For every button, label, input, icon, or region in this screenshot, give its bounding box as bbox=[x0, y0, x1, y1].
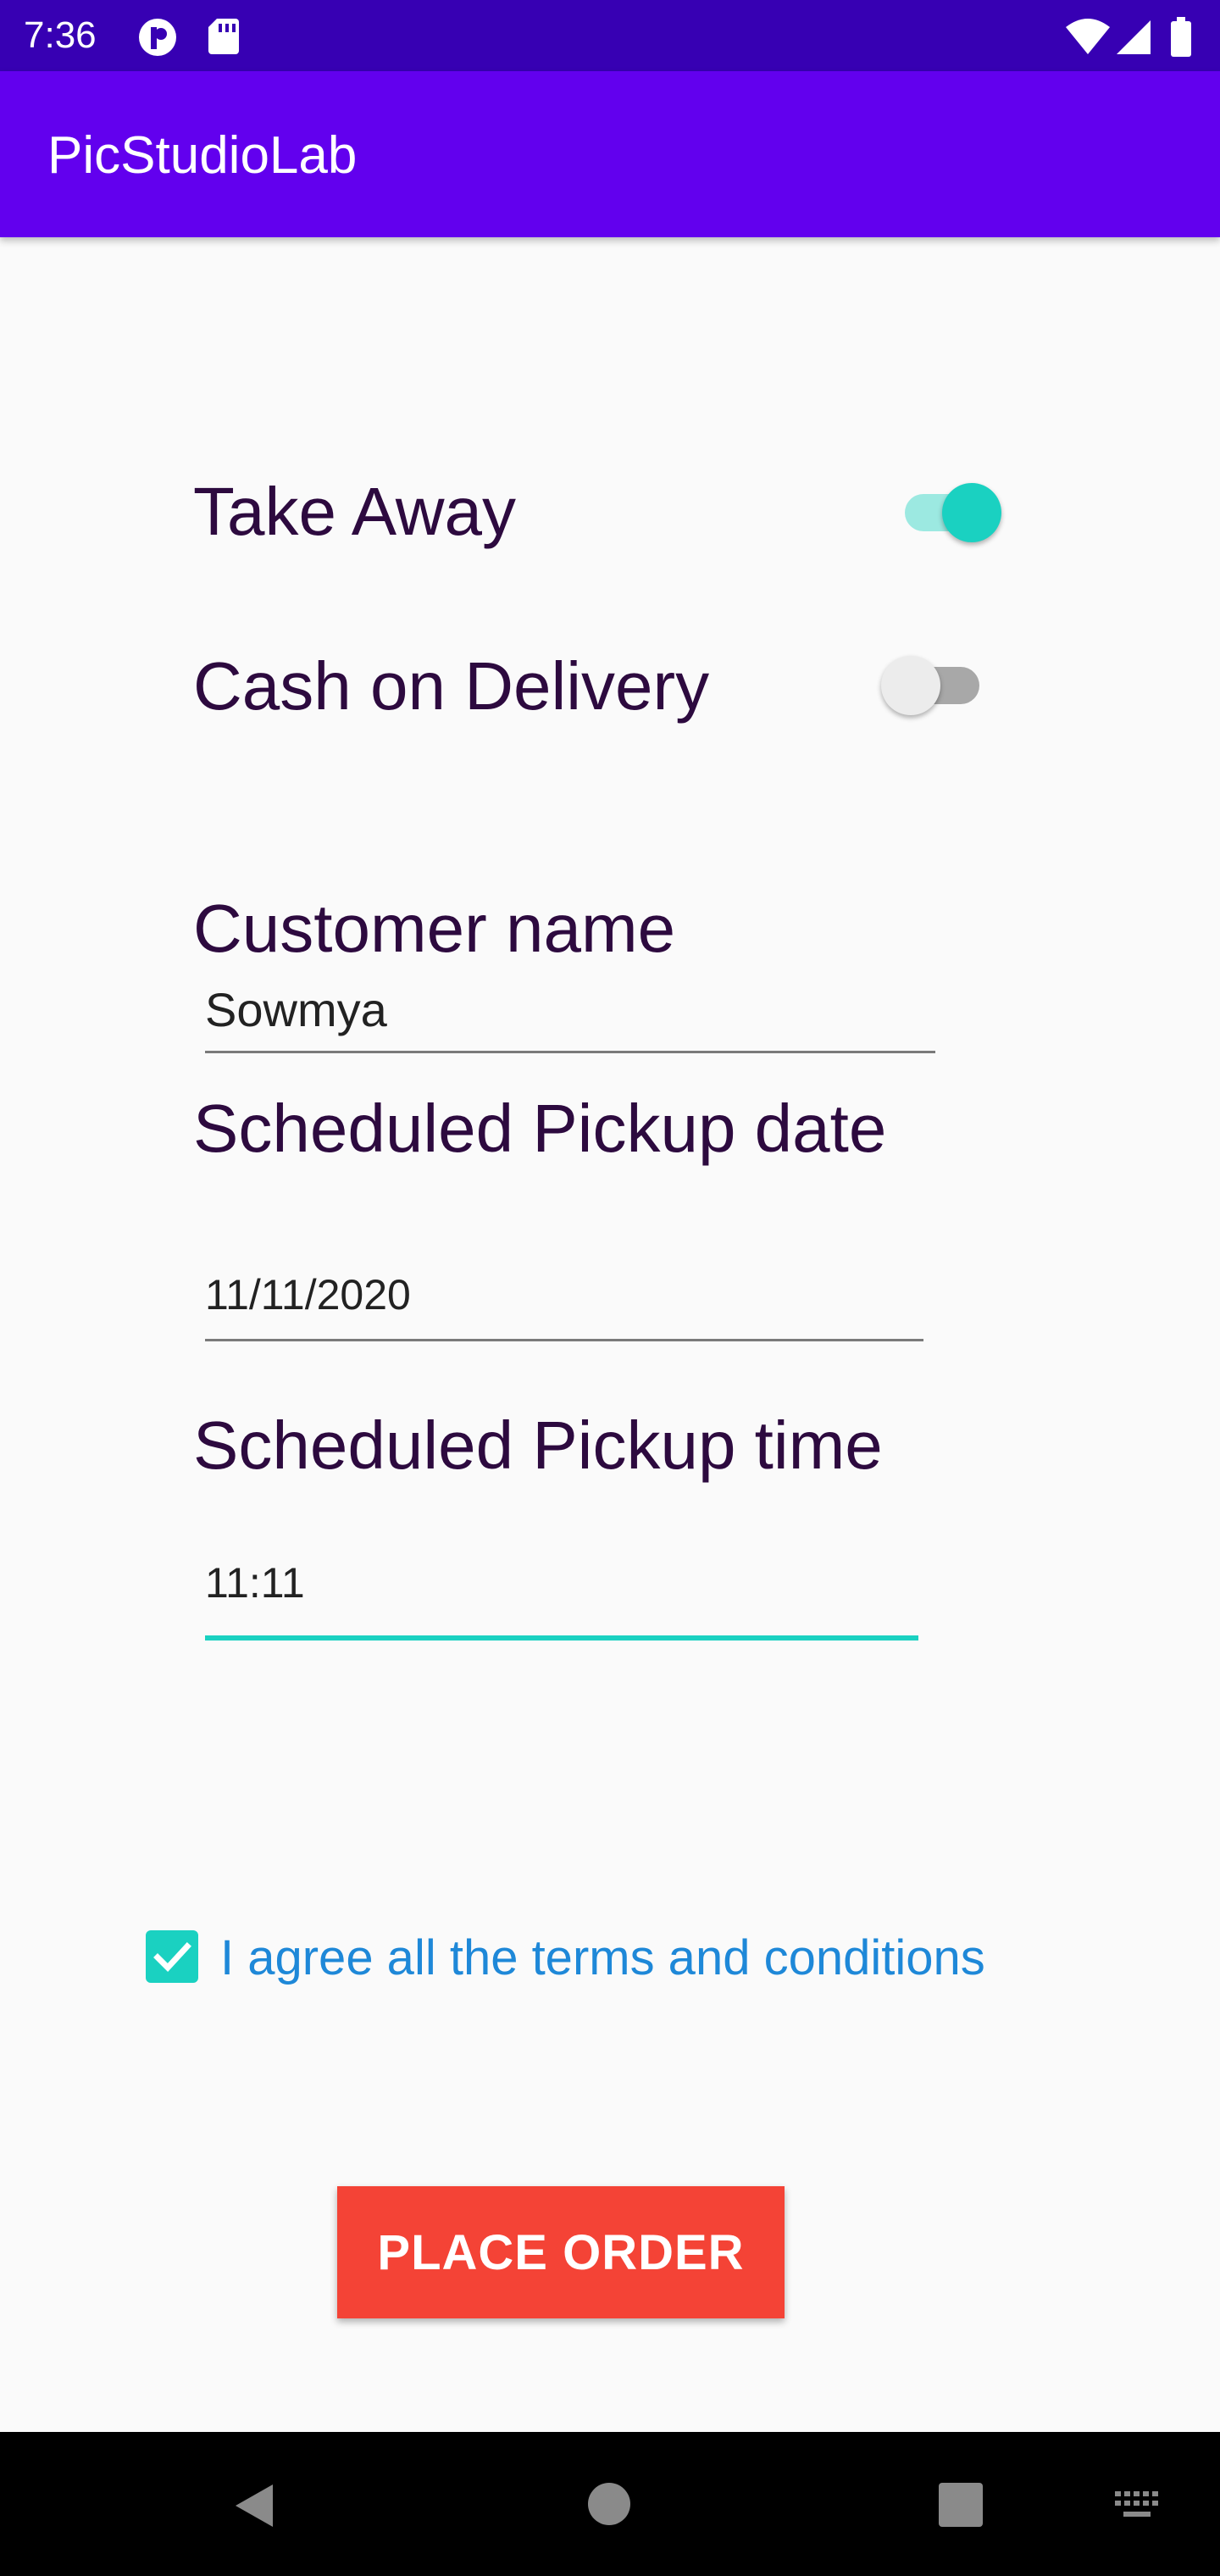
terms-label[interactable]: I agree all the terms and conditions bbox=[220, 1929, 985, 1988]
keyboard-icon[interactable] bbox=[1113, 2490, 1162, 2522]
field-underline-focused bbox=[205, 1635, 918, 1641]
customer-name-label: Customer name bbox=[193, 891, 676, 966]
wifi-icon bbox=[1066, 19, 1110, 54]
cash-on-delivery-switch[interactable] bbox=[873, 647, 991, 724]
take-away-switch[interactable] bbox=[898, 475, 1017, 551]
navigation-bar bbox=[0, 2432, 1220, 2576]
pickup-date-field[interactable]: 11/11/2020 bbox=[205, 1266, 923, 1342]
cash-on-delivery-label: Cash on Delivery bbox=[193, 648, 710, 724]
switch-thumb bbox=[881, 656, 940, 715]
battery-icon bbox=[1171, 17, 1191, 57]
place-order-button[interactable]: PLACE ORDER bbox=[337, 2186, 785, 2318]
back-icon[interactable] bbox=[230, 2481, 276, 2530]
home-icon[interactable] bbox=[586, 2481, 632, 2527]
app-bar: PicStudioLab bbox=[0, 71, 1220, 237]
field-underline bbox=[205, 1051, 935, 1053]
status-bar: 7:36 bbox=[0, 0, 1220, 71]
app-title: PicStudioLab bbox=[47, 126, 358, 185]
pickup-time-field[interactable]: 11:11 bbox=[205, 1554, 918, 1644]
field-underline bbox=[205, 1339, 923, 1341]
notification-icon bbox=[139, 19, 176, 56]
pickup-time-label: Scheduled Pickup time bbox=[193, 1407, 883, 1483]
take-away-label: Take Away bbox=[193, 474, 516, 549]
sd-card-icon bbox=[208, 19, 239, 54]
terms-checkbox[interactable] bbox=[146, 1930, 198, 1983]
status-time: 7:36 bbox=[24, 14, 97, 56]
check-icon bbox=[153, 1942, 191, 1973]
pickup-date-label: Scheduled Pickup date bbox=[193, 1091, 887, 1166]
switch-thumb bbox=[942, 483, 1001, 542]
pickup-time-value: 11:11 bbox=[205, 1559, 305, 1607]
signal-icon bbox=[1117, 20, 1151, 54]
pickup-date-value: 11/11/2020 bbox=[205, 1271, 411, 1319]
customer-name-field[interactable]: Sowmya bbox=[205, 981, 935, 1058]
recents-icon[interactable] bbox=[939, 2483, 983, 2527]
customer-name-value: Sowmya bbox=[205, 983, 387, 1036]
